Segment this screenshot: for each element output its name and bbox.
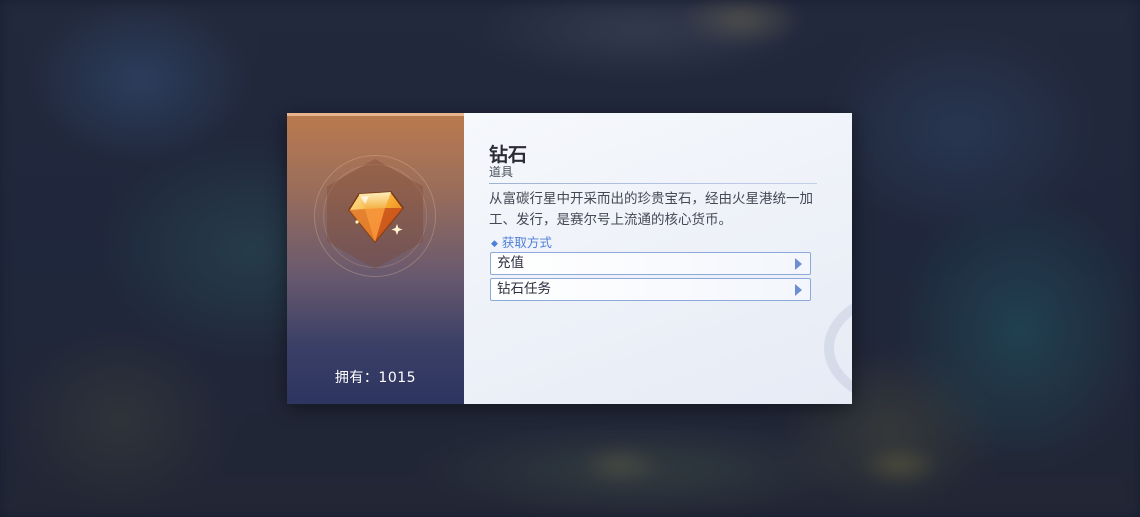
source-button-diamond-quest[interactable]: 钻石任务 [490,278,811,301]
acquire-methods-label: 获取方式 [501,235,552,250]
panel-top-accent [287,113,464,116]
source-button-label: 充值 [497,255,524,271]
source-button-recharge[interactable]: 充值 [490,252,811,275]
title-divider [489,183,817,184]
owned-count-label: 拥有：1015 [334,370,417,386]
diamond-gem-icon [348,191,404,244]
source-button-label: 钻石任务 [497,281,551,297]
diamond-bullet-icon: ◆ [491,239,498,249]
item-detail-dialog: 拥有：1015 钻石 道具 从富碳行星中开采而出的珍贵宝石，经由火星港统一加工、… [287,113,852,404]
arrow-right-icon [795,258,802,270]
item-info-panel: 钻石 道具 从富碳行星中开采而出的珍贵宝石，经由火星港统一加工、发行，是赛尔号上… [464,113,852,404]
acquire-methods-header: ◆ 获取方式 [491,232,552,251]
seer-emblem-watermark-icon [824,303,852,393]
arrow-right-icon [795,284,802,296]
item-type: 道具 [489,165,514,179]
item-description: 从富碳行星中开采而出的珍贵宝石，经由火星港统一加工、发行，是赛尔号上流通的核心货… [489,191,813,228]
item-icon-panel: 拥有：1015 [287,113,464,404]
